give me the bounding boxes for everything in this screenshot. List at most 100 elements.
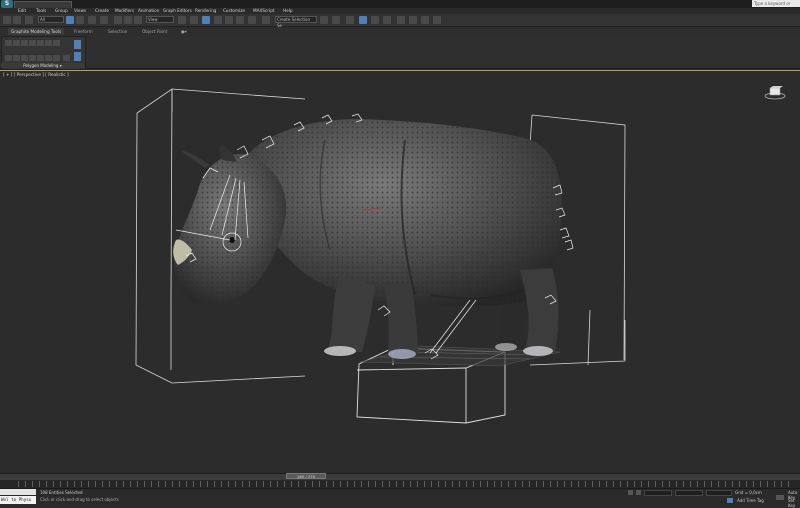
trackbar-tick (361, 481, 362, 487)
select-by-name-icon[interactable] (76, 16, 84, 24)
trackbar-tick (39, 481, 40, 487)
trackbar-tick (445, 481, 446, 487)
trackbar-tick (53, 481, 54, 487)
trackbar-tick (123, 481, 124, 487)
trackbar-tick (130, 481, 131, 487)
redo-icon[interactable] (13, 16, 21, 24)
snap-toggle-icon[interactable] (214, 16, 222, 24)
preview-selection-icon[interactable] (53, 40, 60, 46)
set-key-button[interactable]: Set Key (788, 498, 800, 508)
ribbon-group-label[interactable]: Polygon Modeling ▾ (1, 63, 84, 68)
select-object-icon[interactable] (66, 16, 74, 24)
trackbar[interactable] (0, 480, 800, 488)
ribbon-large-button-1[interactable] (74, 40, 81, 49)
mirror-icon[interactable] (320, 16, 328, 24)
z-coordinate-field[interactable] (706, 490, 732, 496)
graphite-toggle-icon[interactable] (359, 16, 367, 24)
undo-icon[interactable] (3, 16, 11, 24)
render-teapot-icon[interactable] (433, 16, 441, 24)
trackbar-tick (781, 481, 782, 487)
trackbar-tick (620, 481, 621, 487)
edit-named-selection-icon[interactable] (262, 16, 270, 24)
rotate-icon[interactable] (124, 16, 132, 24)
trackbar-tick (158, 481, 159, 487)
reference-coordinate-dropdown[interactable]: View (146, 16, 174, 23)
rendered-frame-icon[interactable] (421, 16, 429, 24)
tab-graphite-modeling-tools[interactable]: Graphite Modeling Tools (8, 28, 65, 35)
tab-freeform[interactable]: Freeform (74, 28, 93, 35)
link-icon[interactable] (25, 16, 33, 24)
window-crossing-icon[interactable] (100, 16, 108, 24)
y-coordinate-field[interactable] (675, 490, 703, 496)
trackbar-tick (186, 481, 187, 487)
trackbar-tick (270, 481, 271, 487)
absolute-mode-icon[interactable] (636, 490, 641, 495)
time-tag-icon[interactable] (727, 498, 733, 503)
edge-mode-icon[interactable] (13, 40, 20, 46)
trackbar-tick (60, 481, 61, 487)
maxscript-listener-output[interactable] (0, 489, 36, 495)
ribbon-options-icon[interactable]: ●▾ (181, 28, 187, 35)
time-slider[interactable]: 160 / 270 (286, 473, 326, 479)
schematic-view-icon[interactable] (383, 16, 391, 24)
angle-snap-icon[interactable] (225, 16, 233, 24)
named-selection-set-input[interactable]: Create Selection Se (275, 16, 317, 28)
trackbar-tick (473, 481, 474, 487)
trackbar-tick (340, 481, 341, 487)
polygon-mode-icon[interactable] (29, 40, 36, 46)
selection-filter-dropdown[interactable]: All (38, 16, 64, 23)
trackbar-tick (739, 481, 740, 487)
ribbon-large-button-2[interactable] (74, 52, 81, 61)
ribbon-tabs: Graphite Modeling Tools Freeform Selecti… (0, 27, 800, 35)
swift-loop-icon[interactable] (63, 55, 70, 61)
tab-selection[interactable]: Selection (108, 28, 127, 35)
trackbar-tick (613, 481, 614, 487)
x-coordinate-field[interactable] (644, 490, 672, 496)
trackbar-tick (452, 481, 453, 487)
rect-selection-icon[interactable] (88, 16, 96, 24)
trackbar-tick (368, 481, 369, 487)
tab-object-paint[interactable]: Object Paint (142, 28, 167, 35)
show-end-result-icon[interactable] (21, 55, 28, 61)
repeat-last-icon[interactable] (37, 55, 44, 61)
scale-icon[interactable] (134, 16, 142, 24)
element-mode-icon[interactable] (37, 40, 44, 46)
select-manipulate-icon[interactable] (190, 16, 198, 24)
lock-selection-icon[interactable] (628, 490, 633, 495)
prompt-line: Click or click-and-drag to select object… (40, 497, 119, 502)
align-icon[interactable] (332, 16, 340, 24)
move-icon[interactable] (114, 16, 122, 24)
vertex-mode-icon[interactable] (5, 40, 12, 46)
keyboard-shortcut-icon[interactable] (202, 16, 210, 24)
modify-mode-icon[interactable] (45, 40, 52, 46)
ribbon-panel (0, 35, 800, 69)
trackbar-tick (116, 481, 117, 487)
toggle-command-mode-icon[interactable] (13, 55, 20, 61)
percent-snap-icon[interactable] (236, 16, 244, 24)
trackbar-tick (501, 481, 502, 487)
quick-slice-icon[interactable] (45, 55, 52, 61)
maxscript-listener-input[interactable]: Wel to Physx (0, 496, 36, 504)
material-editor-icon[interactable] (397, 16, 405, 24)
spinner-snap-icon[interactable] (248, 16, 256, 24)
cut-icon[interactable] (53, 55, 60, 61)
trackbar-tick (459, 481, 460, 487)
border-mode-icon[interactable] (21, 40, 28, 46)
trackbar-tick (291, 481, 292, 487)
app-logo-icon[interactable]: S (1, 0, 13, 8)
trackbar-tick (732, 481, 733, 487)
layer-manager-icon[interactable] (346, 16, 354, 24)
main-toolbar: All View Create Selection Se (0, 14, 800, 28)
collapse-stack-icon[interactable] (5, 55, 12, 61)
pivot-icon[interactable] (178, 16, 186, 24)
render-setup-icon[interactable] (409, 16, 417, 24)
trackbar-tick (662, 481, 663, 487)
curve-editor-icon[interactable] (371, 16, 379, 24)
use-soft-selection-icon[interactable] (29, 55, 36, 61)
add-time-tag[interactable]: Add Time Tag (737, 498, 764, 503)
search-input[interactable]: Type a keyword or phrase (752, 0, 800, 13)
trackbar-tick (81, 481, 82, 487)
trackbar-tick (242, 481, 243, 487)
viewcube-icon[interactable] (764, 85, 786, 101)
key-icon[interactable] (776, 495, 784, 500)
